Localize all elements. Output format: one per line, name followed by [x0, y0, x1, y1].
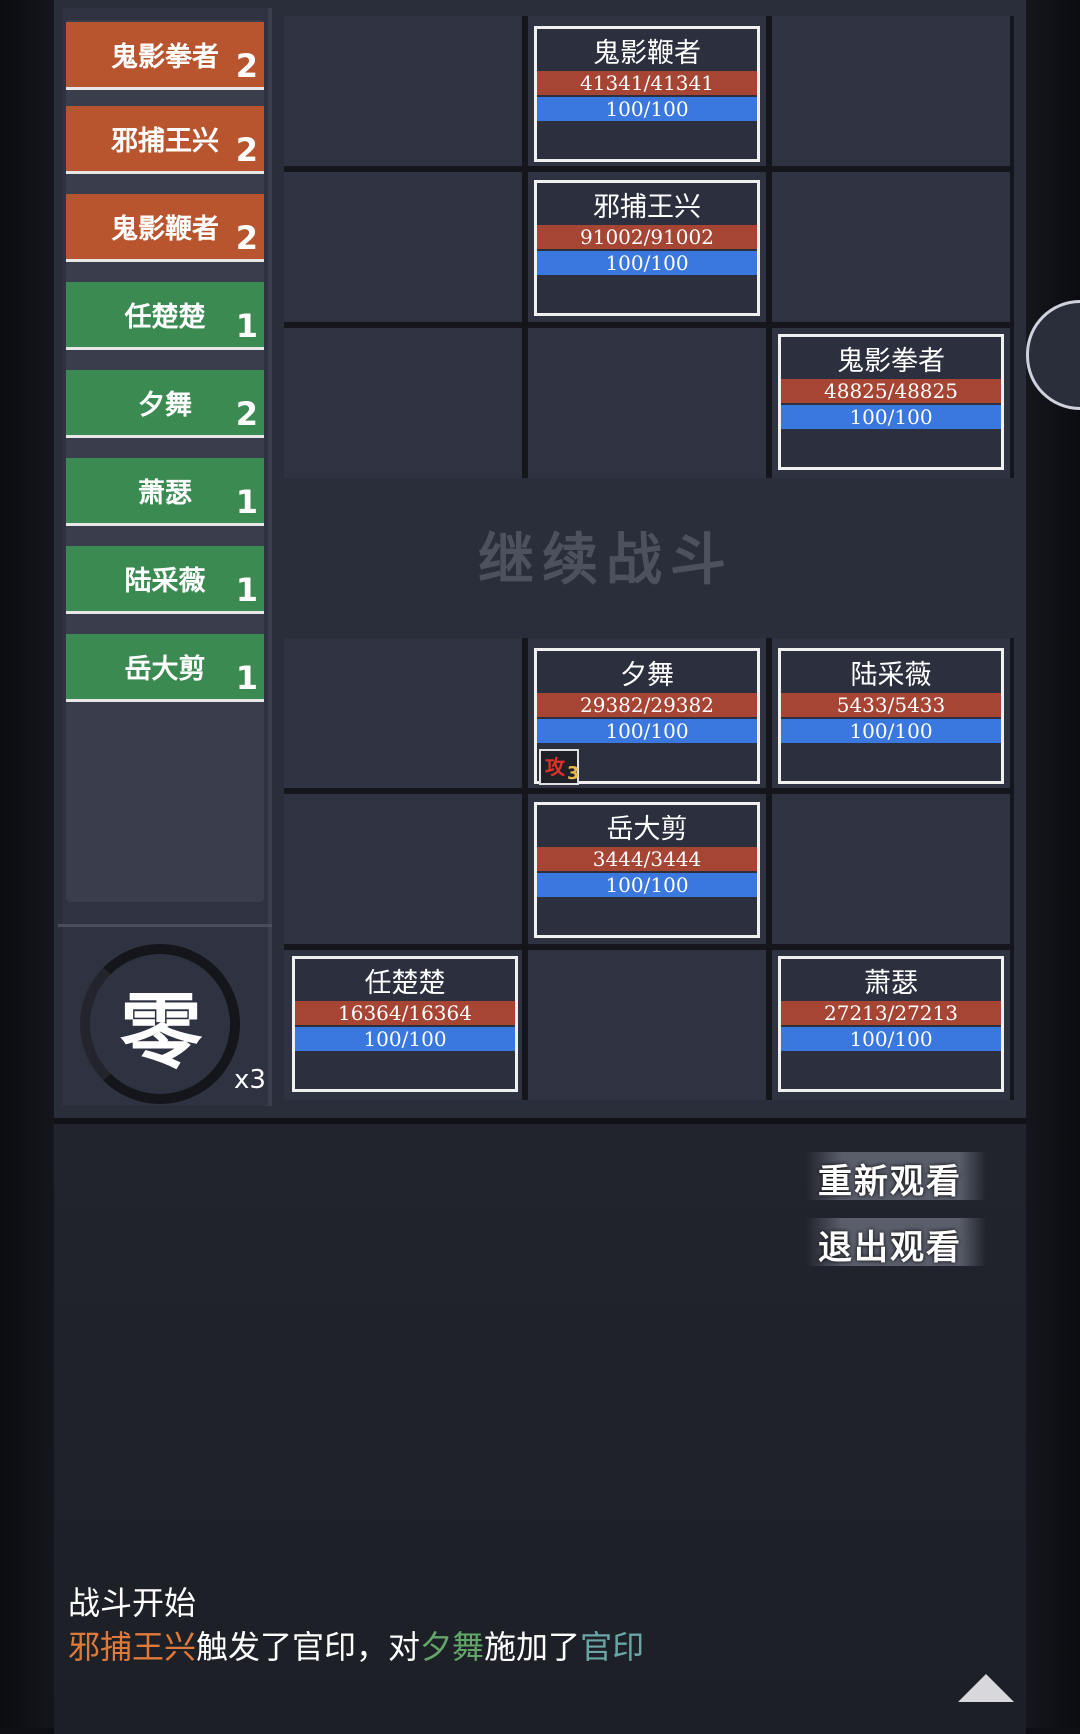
unit-card-ally[interactable]: 夕舞 29382/29382 100/100 攻 3 [534, 648, 760, 785]
turn-item[interactable]: 鬼影鞭者 2 [66, 194, 264, 262]
hp-bar: 29382/29382 [537, 693, 757, 717]
turn-item-count: 2 [235, 219, 258, 257]
turn-item-name: 岳大剪 [124, 654, 206, 685]
log-actor: 邪捕王兴 [68, 1628, 197, 1666]
right-frame [1026, 0, 1080, 1728]
hp-bar: 48825/48825 [781, 379, 1001, 403]
log-effect: 官印 [580, 1628, 645, 1666]
turn-item-count: 1 [235, 307, 258, 345]
mp-bar: 100/100 [295, 1027, 515, 1051]
replay-button[interactable]: 重新观看 [818, 1154, 962, 1203]
unit-card-enemy[interactable]: 邪捕王兴 91002/91002 100/100 [534, 180, 760, 316]
hp-bar: 16364/16364 [295, 1001, 515, 1025]
grid-cell[interactable] [772, 794, 1010, 944]
expand-log-icon[interactable] [958, 1674, 1014, 1702]
mp-bar: 100/100 [781, 719, 1001, 743]
turn-item-name: 鬼影鞭者 [111, 214, 219, 245]
ink-counter-multiplier: x3 [234, 1065, 266, 1095]
log-text: 施加了 [484, 1628, 581, 1666]
turn-item[interactable]: 鬼影拳者 2 [66, 22, 264, 90]
left-frame [0, 0, 54, 1728]
ally-grid: 夕舞 29382/29382 100/100 攻 3 陆采薇 5433/5433… [284, 638, 1014, 1100]
unit-name: 鬼影鞭者 [593, 38, 701, 69]
turn-item-name: 夕舞 [138, 390, 192, 421]
battle-screen: 鬼影拳者 2 邪捕王兴 2 鬼影鞭者 2 任楚楚 1 夕舞 2 萧瑟 1 陆采薇… [0, 0, 1080, 1734]
hp-bar: 5433/5433 [781, 693, 1001, 717]
hp-bar: 27213/27213 [781, 1001, 1001, 1025]
unit-name: 陆采薇 [850, 660, 932, 691]
grid-cell[interactable] [772, 16, 1010, 166]
unit-card-enemy[interactable]: 鬼影鞭者 41341/41341 100/100 [534, 26, 760, 162]
turn-item-name: 邪捕王兴 [111, 126, 219, 157]
unit-card-ally[interactable]: 萧瑟 27213/27213 100/100 [778, 956, 1004, 1092]
grid-cell[interactable] [284, 172, 522, 322]
turn-item[interactable]: 岳大剪 1 [66, 634, 264, 702]
enemy-grid: 鬼影鞭者 41341/41341 100/100 邪捕王兴 91002/9100… [284, 16, 1014, 478]
mp-bar: 100/100 [781, 405, 1001, 429]
grid-cell[interactable] [528, 950, 766, 1100]
unit-name: 萧瑟 [864, 968, 918, 999]
turn-item[interactable]: 任楚楚 1 [66, 282, 264, 350]
unit-card-enemy[interactable]: 鬼影拳者 48825/48825 100/100 [778, 334, 1004, 470]
turn-item-count: 2 [235, 47, 258, 85]
log-line: 战斗开始 [68, 1584, 197, 1622]
attack-buff-icon[interactable]: 攻 3 [539, 749, 580, 785]
hp-bar: 3444/3444 [537, 847, 757, 871]
log-target: 夕舞 [420, 1628, 485, 1666]
unit-name: 邪捕王兴 [593, 192, 701, 223]
turn-item[interactable]: 夕舞 2 [66, 370, 264, 438]
grid-cell[interactable] [284, 794, 522, 944]
turn-item-name: 陆采薇 [124, 566, 206, 597]
turn-item[interactable]: 陆采薇 1 [66, 546, 264, 614]
unit-card-ally[interactable]: 陆采薇 5433/5433 100/100 [778, 648, 1004, 784]
mp-bar: 100/100 [537, 873, 757, 897]
unit-card-ally[interactable]: 任楚楚 16364/16364 100/100 [292, 956, 518, 1092]
unit-name: 岳大剪 [606, 814, 688, 845]
grid-cell[interactable] [284, 328, 522, 478]
unit-name: 任楚楚 [364, 968, 446, 999]
grid-cell[interactable] [528, 328, 766, 478]
turn-item[interactable]: 邪捕王兴 2 [66, 106, 264, 174]
exit-watch-button[interactable]: 退出观看 [818, 1220, 962, 1269]
unit-name: 夕舞 [620, 660, 674, 691]
grid-cell[interactable] [284, 638, 522, 788]
log-text: 触发了官印，对 [196, 1628, 421, 1666]
turn-item-name: 任楚楚 [124, 302, 206, 333]
unit-name: 鬼影拳者 [837, 346, 945, 377]
turn-item-name: 萧瑟 [138, 478, 192, 509]
turn-divider [58, 924, 272, 927]
turn-item-name: 鬼影拳者 [111, 42, 219, 73]
log-line: 邪捕王兴触发了官印，对夕舞施加了官印 [68, 1622, 644, 1668]
mp-bar: 100/100 [537, 251, 757, 275]
mp-bar: 100/100 [537, 719, 757, 743]
grid-cell[interactable] [284, 16, 522, 166]
turn-item-count: 1 [235, 571, 258, 609]
turn-item-count: 2 [235, 131, 258, 169]
grid-cell[interactable] [772, 172, 1010, 322]
hp-bar: 41341/41341 [537, 71, 757, 95]
turn-item-count: 1 [235, 483, 258, 521]
buff-count: 3 [567, 763, 580, 784]
buff-char: 攻 [545, 755, 565, 779]
unit-card-ally[interactable]: 岳大剪 3444/3444 100/100 [534, 802, 760, 938]
continue-battle-label[interactable]: 继续战斗 [476, 515, 736, 596]
turn-item[interactable]: 萧瑟 1 [66, 458, 264, 526]
ink-counter-char: 零 [120, 984, 203, 1080]
hp-bar: 91002/91002 [537, 225, 757, 249]
mp-bar: 100/100 [537, 97, 757, 121]
turn-item-count: 1 [235, 659, 258, 697]
mp-bar: 100/100 [781, 1027, 1001, 1051]
turn-item-count: 2 [235, 395, 258, 433]
